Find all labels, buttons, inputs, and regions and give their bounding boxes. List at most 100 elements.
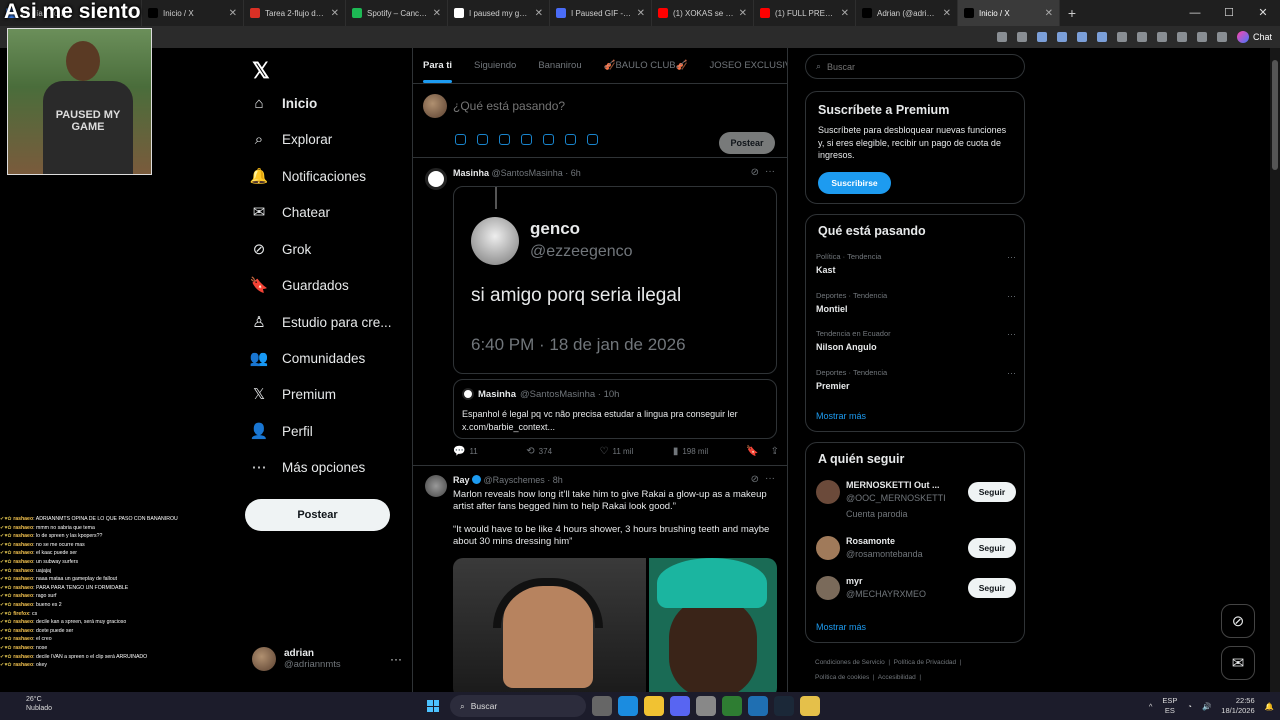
follow-button[interactable]: Seguir bbox=[968, 578, 1016, 598]
grok-icon[interactable]: ⊘ bbox=[751, 167, 759, 178]
legal-link[interactable]: Política de Privacidad bbox=[894, 659, 957, 666]
edge-icon[interactable] bbox=[618, 696, 638, 716]
timeline-tab[interactable]: JOSEO EXCLUSIVE bbox=[709, 60, 787, 71]
browser-tab[interactable]: Spotify – Canciones ✕ bbox=[346, 0, 448, 26]
gif-icon[interactable] bbox=[477, 134, 488, 145]
follow-show-more-link[interactable]: Mostrar más bbox=[816, 622, 866, 632]
clock[interactable]: 22:56 18/1/2026 bbox=[1221, 696, 1254, 716]
profile-icon[interactable] bbox=[1196, 32, 1207, 42]
media-image-right[interactable] bbox=[649, 558, 777, 693]
sidebar-item-notificaciones[interactable]: 🔔 Notificaciones bbox=[250, 167, 366, 185]
extension-icon-2[interactable] bbox=[1076, 32, 1087, 42]
extension-icon-5[interactable] bbox=[1136, 32, 1147, 42]
bookmark-star-icon[interactable] bbox=[1036, 32, 1047, 42]
composer-post-button[interactable]: Postear bbox=[719, 132, 775, 154]
browser-chat-button[interactable]: Chat bbox=[1236, 31, 1272, 43]
extension-icon-3[interactable] bbox=[1096, 32, 1107, 42]
tweet-time[interactable]: · 8h bbox=[547, 475, 563, 485]
browser-tab[interactable]: I paused my game t ✕ bbox=[448, 0, 550, 26]
volume-icon[interactable]: 🔊 bbox=[1202, 702, 1211, 711]
notes-icon[interactable] bbox=[748, 696, 768, 716]
close-icon[interactable]: ✕ bbox=[535, 8, 543, 19]
sidebar-item-grok[interactable]: ⊘ Grok bbox=[250, 240, 312, 258]
avatar[interactable] bbox=[425, 475, 447, 497]
sidebar-item-guardados[interactable]: 🔖 Guardados bbox=[250, 276, 349, 294]
tab-search-icon[interactable] bbox=[996, 32, 1007, 42]
extensions-puzzle-icon[interactable] bbox=[1156, 32, 1167, 42]
notifications-icon[interactable]: 🔔 bbox=[1265, 702, 1274, 711]
x-logo-icon[interactable]: 𝕏 bbox=[252, 58, 270, 84]
trends-show-more-link[interactable]: Mostrar más bbox=[816, 411, 866, 421]
follow-button[interactable]: Seguir bbox=[968, 538, 1016, 558]
grok-icon[interactable] bbox=[499, 134, 510, 145]
composer-input[interactable] bbox=[453, 96, 773, 116]
scrollbar-thumb[interactable] bbox=[1272, 60, 1278, 170]
search-box[interactable]: ⌕ bbox=[805, 54, 1025, 79]
browser-tab[interactable]: Inicio / X ✕ bbox=[142, 0, 244, 26]
tweet-time[interactable]: · 6h bbox=[565, 168, 581, 178]
sidebar-item-comunidades[interactable]: 👥 Comunidades bbox=[250, 349, 366, 367]
translate-icon[interactable] bbox=[1016, 32, 1027, 42]
discord-icon[interactable] bbox=[670, 696, 690, 716]
tweet-author-name[interactable]: Masinha bbox=[453, 168, 489, 178]
menu-dots-icon[interactable] bbox=[1216, 32, 1227, 42]
tweet-author-handle[interactable]: @SantosMasinha bbox=[492, 168, 563, 178]
suggestion-name[interactable]: Rosamonte bbox=[846, 536, 895, 546]
follow-suggestion[interactable]: MERNOSKETTI Out ... @OOC_MERNOSKETTI Cuent… bbox=[816, 480, 1016, 519]
extension-icon-1[interactable] bbox=[1056, 32, 1067, 42]
tweet-image-screenshot[interactable]: genco @ezzeegenco si amigo porq seria il… bbox=[453, 186, 777, 374]
location-icon[interactable] bbox=[587, 134, 598, 145]
wifi-icon[interactable]: ◔ bbox=[1187, 702, 1192, 711]
timeline-tab[interactable]: 🎻BAULO CLUB🎻 bbox=[604, 60, 688, 71]
legal-link[interactable]: Política de cookies bbox=[815, 674, 869, 681]
quoted-tweet[interactable]: Masinha @SantosMasinha · 10h Espanhol é … bbox=[453, 379, 777, 439]
suggestion-name[interactable]: MERNOSKETTI Out ... bbox=[846, 480, 940, 490]
tweet-media[interactable] bbox=[453, 558, 777, 693]
close-icon[interactable]: ✕ bbox=[739, 8, 747, 19]
views-button[interactable]: ▮ 198 mil bbox=[673, 446, 746, 457]
close-icon[interactable]: ✕ bbox=[943, 8, 951, 19]
sidebar-item-perfil[interactable]: 👤 Perfil bbox=[250, 422, 313, 440]
avatar[interactable] bbox=[816, 480, 840, 504]
messages-fab-button[interactable]: ✉ bbox=[1221, 646, 1255, 680]
legal-link[interactable]: Accesibilidad bbox=[878, 674, 916, 681]
close-icon[interactable]: ✕ bbox=[433, 8, 441, 19]
suggestion-handle[interactable]: @OOC_MERNOSKETTI bbox=[846, 493, 946, 503]
timeline-tab[interactable]: Siguiendo bbox=[474, 60, 516, 71]
browser-tab[interactable]: (1) FULL PRECISIÓN ✕ bbox=[754, 0, 856, 26]
windows-start-icon[interactable] bbox=[422, 695, 444, 717]
share-icon[interactable]: ⇪ bbox=[771, 446, 779, 457]
sidebar-item-chatear[interactable]: ✉ Chatear bbox=[250, 203, 330, 221]
close-icon[interactable]: ✕ bbox=[331, 8, 339, 19]
tweet-author-name[interactable]: Ray bbox=[453, 475, 470, 485]
avatar[interactable] bbox=[816, 576, 840, 600]
grok-icon[interactable]: ⊘ bbox=[751, 474, 759, 485]
steam-icon[interactable] bbox=[774, 696, 794, 716]
browser-tab[interactable]: Tarea 2-flujo de trab ✕ bbox=[244, 0, 346, 26]
sidebar-post-button[interactable]: Postear bbox=[245, 499, 390, 531]
tweet[interactable]: Masinha @SantosMasinha · 6h ⊘ ··· genco … bbox=[413, 158, 787, 466]
more-dots-icon[interactable]: ··· bbox=[1007, 368, 1016, 378]
poll-icon[interactable] bbox=[521, 134, 532, 145]
tweet-author-handle[interactable]: @Rayschemes bbox=[484, 475, 545, 485]
schedule-icon[interactable] bbox=[565, 134, 576, 145]
follow-suggestion[interactable]: Rosamonte @rosamontebanda Seguir bbox=[816, 536, 1016, 566]
chrome-icon[interactable] bbox=[696, 696, 716, 716]
app-icon[interactable] bbox=[800, 696, 820, 716]
tray-chevron-icon[interactable]: ^ bbox=[1149, 702, 1153, 711]
avatar[interactable] bbox=[816, 536, 840, 560]
trend-item[interactable]: Deportes · Tendencia Premier ··· bbox=[816, 368, 1016, 391]
new-tab-button[interactable]: + bbox=[1060, 5, 1084, 21]
scrollbar[interactable] bbox=[1270, 48, 1280, 693]
browser-tab[interactable]: (1) XOKAS se METI ✕ bbox=[652, 0, 754, 26]
sidebar-item-explorar[interactable]: ⌕ Explorar bbox=[250, 130, 332, 148]
sidebar-item-estudio-para-cre[interactable]: ♙ Estudio para cre... bbox=[250, 313, 391, 331]
more-dots-icon[interactable]: ··· bbox=[765, 473, 775, 484]
more-dots-icon[interactable]: ··· bbox=[1007, 252, 1016, 262]
close-icon[interactable]: ✕ bbox=[637, 8, 645, 19]
more-dots-icon[interactable]: ··· bbox=[1007, 329, 1016, 339]
task-view-icon[interactable] bbox=[592, 696, 612, 716]
browser-tab[interactable]: Adrian (@adriannmt ✕ bbox=[856, 0, 958, 26]
minimize-icon[interactable]: — bbox=[1178, 0, 1212, 26]
grok-fab-button[interactable]: ⊘ bbox=[1221, 604, 1255, 638]
